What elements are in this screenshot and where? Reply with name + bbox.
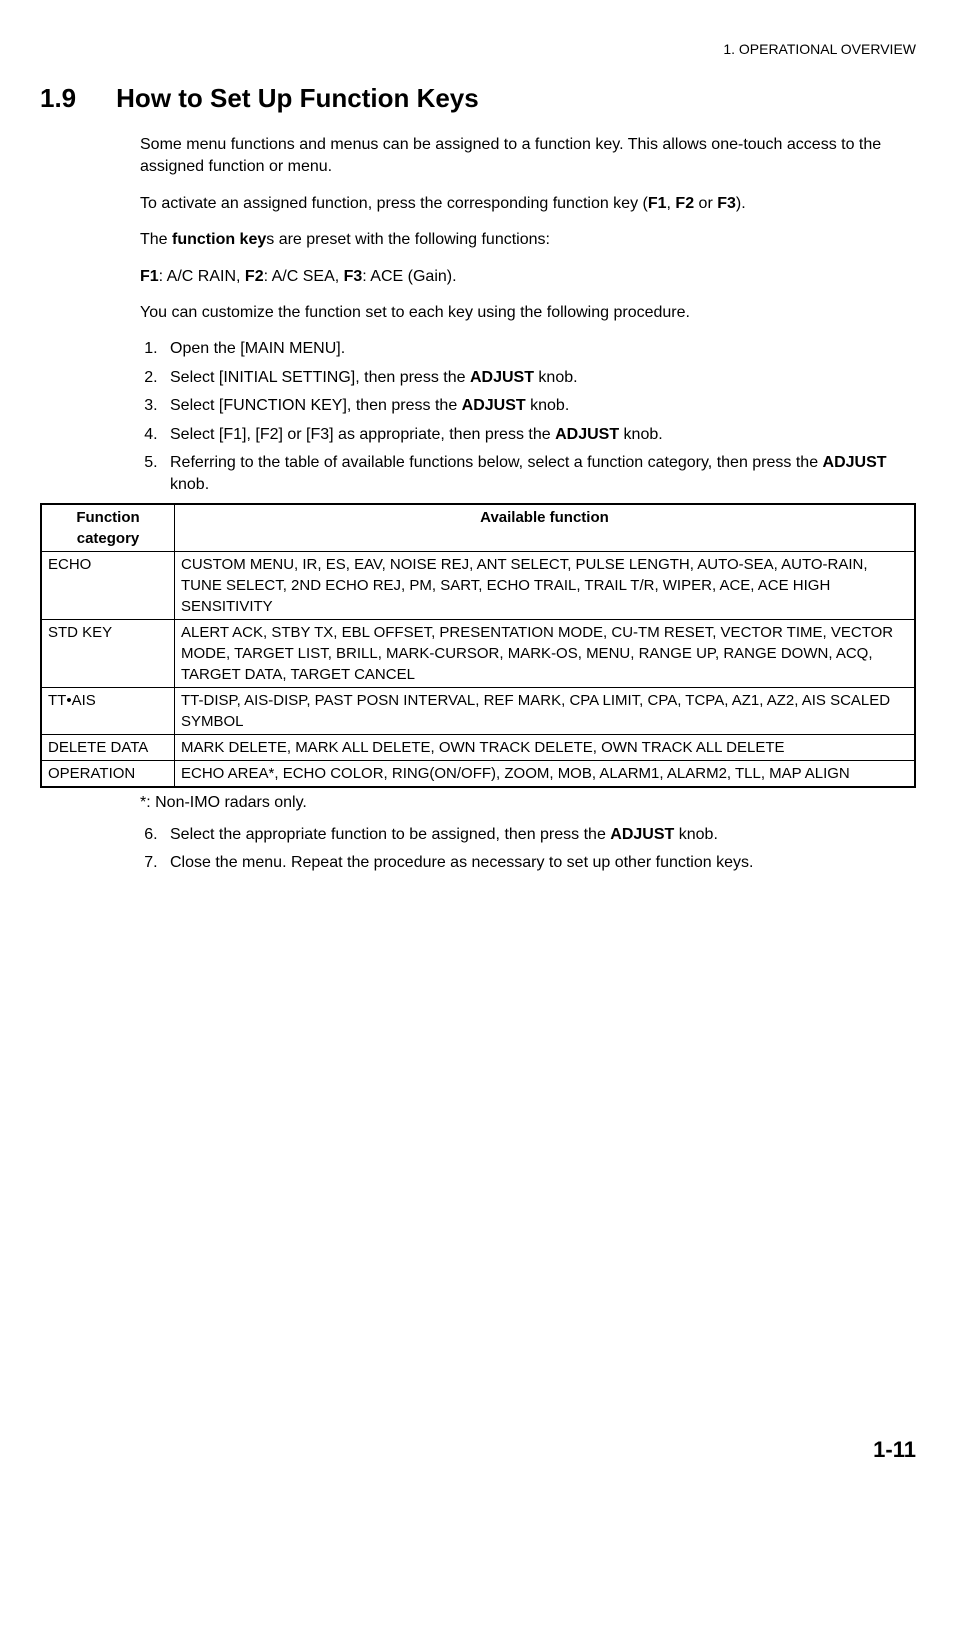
- cell-category: ECHO: [41, 551, 175, 619]
- table-header-row: Function category Available function: [41, 504, 915, 552]
- text-fragment: : A/C RAIN,: [159, 268, 245, 285]
- cell-category: STD KEY: [41, 619, 175, 687]
- text-fragment: knob.: [526, 397, 570, 414]
- cell-functions: TT-DISP, AIS-DISP, PAST POSN INTERVAL, R…: [175, 687, 916, 734]
- intro-paragraph-3: The function keys are preset with the fo…: [140, 229, 916, 251]
- cell-category: OPERATION: [41, 760, 175, 787]
- bold-text: ADJUST: [555, 426, 619, 443]
- text-fragment: Select [F1], [F2] or [F3] as appropriate…: [170, 426, 555, 443]
- header-function-category: Function category: [41, 504, 175, 552]
- table-row: ECHO CUSTOM MENU, IR, ES, EAV, NOISE REJ…: [41, 551, 915, 619]
- table-row: TT•AIS TT-DISP, AIS-DISP, PAST POSN INTE…: [41, 687, 915, 734]
- text-fragment: Select [INITIAL SETTING], then press the: [170, 369, 470, 386]
- key-label-f1: F1: [648, 195, 667, 212]
- text-fragment: or: [694, 195, 717, 212]
- procedure-list-continued: Select the appropriate function to be as…: [140, 824, 916, 875]
- text-fragment: knob.: [674, 826, 718, 843]
- bold-text: ADJUST: [470, 369, 534, 386]
- step-4: Select [F1], [F2] or [F3] as appropriate…: [162, 424, 916, 446]
- step-1: Open the [MAIN MENU].: [162, 338, 916, 360]
- cell-functions: CUSTOM MENU, IR, ES, EAV, NOISE REJ, ANT…: [175, 551, 916, 619]
- cell-category: DELETE DATA: [41, 734, 175, 760]
- section-number: 1.9: [40, 80, 76, 116]
- bold-text: ADJUST: [823, 454, 887, 471]
- intro-paragraph-5: You can customize the function set to ea…: [140, 302, 916, 324]
- step-6: Select the appropriate function to be as…: [162, 824, 916, 846]
- chapter-header: 1. OPERATIONAL OVERVIEW: [40, 40, 916, 60]
- text-fragment: To activate an assigned function, press …: [140, 195, 648, 212]
- intro-paragraph-1: Some menu functions and menus can be ass…: [140, 134, 916, 179]
- table-row: OPERATION ECHO AREA*, ECHO COLOR, RING(O…: [41, 760, 915, 787]
- step-2: Select [INITIAL SETTING], then press the…: [162, 367, 916, 389]
- function-table: Function category Available function ECH…: [40, 503, 916, 788]
- key-label-f1: F1: [140, 268, 159, 285]
- table-row: STD KEY ALERT ACK, STBY TX, EBL OFFSET, …: [41, 619, 915, 687]
- text-fragment: : A/C SEA,: [264, 268, 344, 285]
- intro-paragraph-4: F1: A/C RAIN, F2: A/C SEA, F3: ACE (Gain…: [140, 266, 916, 288]
- text-fragment: s are preset with the following function…: [266, 231, 550, 248]
- key-label-f2: F2: [675, 195, 694, 212]
- text-fragment: ).: [736, 195, 746, 212]
- header-available-function: Available function: [175, 504, 916, 552]
- text-fragment: : ACE (Gain).: [362, 268, 456, 285]
- step-5: Referring to the table of available func…: [162, 452, 916, 497]
- key-label-f3: F3: [344, 268, 363, 285]
- cell-category: TT•AIS: [41, 687, 175, 734]
- text-fragment: knob.: [534, 369, 578, 386]
- text-fragment: Select [FUNCTION KEY], then press the: [170, 397, 462, 414]
- table-row: DELETE DATA MARK DELETE, MARK ALL DELETE…: [41, 734, 915, 760]
- key-label-f2: F2: [245, 268, 264, 285]
- text-fragment: The: [140, 231, 172, 248]
- key-label-f3: F3: [717, 195, 736, 212]
- cell-functions: ECHO AREA*, ECHO COLOR, RING(ON/OFF), ZO…: [175, 760, 916, 787]
- procedure-list: Open the [MAIN MENU]. Select [INITIAL SE…: [140, 338, 916, 496]
- intro-paragraph-2: To activate an assigned function, press …: [140, 193, 916, 215]
- text-fragment: Select the appropriate function to be as…: [170, 826, 610, 843]
- text-fragment: knob.: [170, 476, 209, 493]
- bold-text: ADJUST: [462, 397, 526, 414]
- text-fragment: Referring to the table of available func…: [170, 454, 823, 471]
- page-number: 1-11: [40, 1435, 916, 1466]
- text-fragment: knob.: [619, 426, 663, 443]
- cell-functions: ALERT ACK, STBY TX, EBL OFFSET, PRESENTA…: [175, 619, 916, 687]
- step-7: Close the menu. Repeat the procedure as …: [162, 852, 916, 874]
- bold-text: function key: [172, 231, 266, 248]
- step-3: Select [FUNCTION KEY], then press the AD…: [162, 395, 916, 417]
- bold-text: ADJUST: [610, 826, 674, 843]
- table-footnote: *: Non-IMO radars only.: [140, 792, 916, 814]
- cell-functions: MARK DELETE, MARK ALL DELETE, OWN TRACK …: [175, 734, 916, 760]
- section-title: How to Set Up Function Keys: [116, 80, 479, 116]
